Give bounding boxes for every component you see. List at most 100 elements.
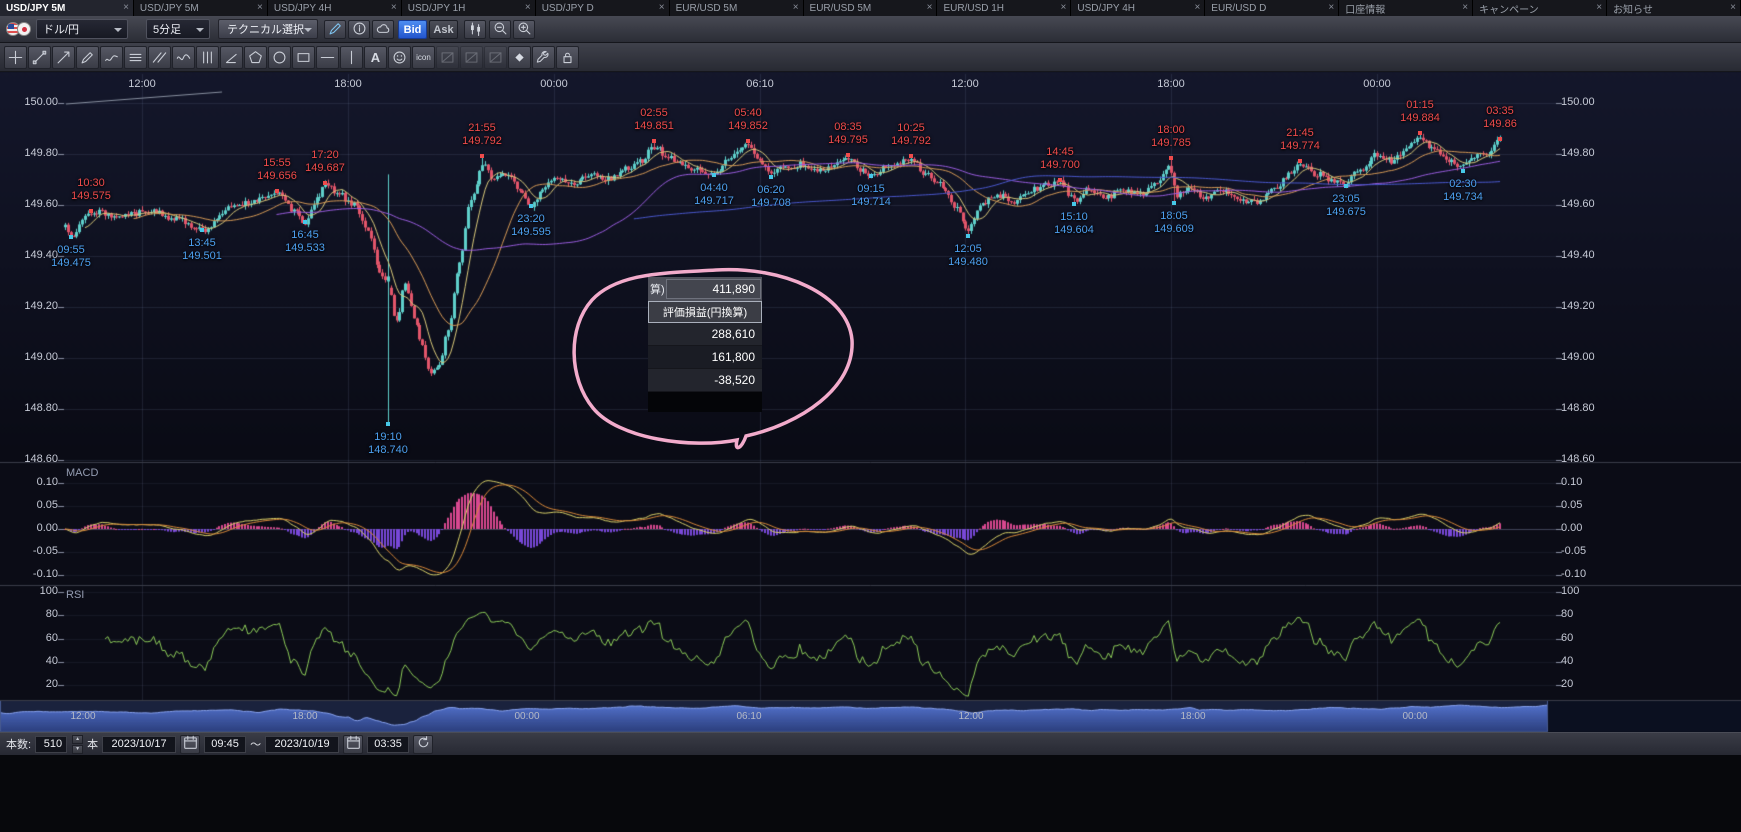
tab-usd-jpy-5m[interactable]: USD/JPY 5M × — [0, 0, 134, 16]
rectangle-tool[interactable] — [292, 46, 315, 69]
horizontal-lines-tool[interactable] — [124, 46, 147, 69]
parallel-lines-tool[interactable] — [148, 46, 171, 69]
main-chart-canvas[interactable] — [0, 0, 1741, 832]
tab-close-icon[interactable]: × — [1462, 0, 1468, 15]
tab-close-icon[interactable]: × — [1730, 0, 1736, 15]
info-icon — [351, 20, 368, 40]
timeframe-select[interactable]: 5分足 — [146, 19, 210, 39]
tab-close-icon[interactable]: × — [1596, 0, 1602, 15]
info-button[interactable] — [348, 20, 370, 39]
emoticon-tool[interactable] — [388, 46, 411, 69]
unlock-tool[interactable] — [556, 46, 579, 69]
cloud-icon — [375, 20, 392, 40]
tab-jp-11[interactable]: キャンペーン× — [1473, 0, 1607, 16]
ellipse-tool[interactable] — [268, 46, 291, 69]
time-lines-tool[interactable] — [196, 46, 219, 69]
tab-label: USD/JPY 5M — [140, 3, 199, 14]
pentagon-tool[interactable] — [244, 46, 267, 69]
text-tool[interactable]: A — [364, 46, 387, 69]
bars-unit-label: 本 — [87, 736, 98, 752]
time-from-input[interactable] — [204, 736, 246, 753]
fibonacci-tool[interactable] — [172, 46, 195, 69]
crosshair-tool[interactable] — [4, 46, 27, 69]
pair-select[interactable]: ドル/円 — [36, 19, 128, 39]
ask-button[interactable]: Ask — [429, 20, 458, 39]
tab-label: USD/JPY 1H — [408, 3, 466, 14]
timeframe-select-value: 5分足 — [153, 21, 181, 37]
technical-select-button[interactable]: テクニカル選択 — [218, 19, 318, 39]
horizontal-line-tool[interactable] — [316, 46, 339, 69]
tab-close-icon[interactable]: × — [525, 0, 531, 15]
bid-button[interactable]: Bid — [398, 20, 427, 39]
drawing-toolbar: Aicon — [0, 43, 1741, 72]
jp-flag-icon — [17, 22, 31, 36]
tab-close-icon[interactable]: × — [1328, 0, 1334, 15]
pencil-tool[interactable] — [76, 46, 99, 69]
time-to-input[interactable] — [367, 736, 409, 753]
bars-count-input[interactable] — [35, 736, 67, 753]
calendar-icon — [182, 734, 199, 754]
freehand-tool[interactable] — [100, 46, 123, 69]
tab-close-icon[interactable]: × — [659, 0, 665, 15]
tab-close-icon[interactable]: × — [793, 0, 799, 15]
stamp-tool-2 — [460, 46, 483, 69]
chevron-down-icon — [196, 28, 204, 32]
tab-label: USD/JPY 5M — [6, 3, 65, 14]
tab-eur-usd-5m[interactable]: EUR/USD 5M× — [670, 0, 804, 16]
date-to-calendar-button[interactable] — [343, 735, 363, 754]
tab-eur-usd-d[interactable]: EUR/USD D× — [1205, 0, 1339, 16]
reset-icon — [415, 734, 432, 754]
bars-count-stepper[interactable]: ▲▼ — [72, 735, 83, 754]
candlestick-icon — [467, 20, 484, 40]
tab-eur-usd-1h[interactable]: EUR/USD 1H× — [937, 0, 1071, 16]
zoom-out-button[interactable] — [489, 20, 511, 39]
tab-label: USD/JPY 4H — [1077, 3, 1135, 14]
zoom-in-button[interactable] — [513, 20, 535, 39]
tab-label: USD/JPY D — [542, 3, 594, 14]
currency-pair-flags-icon — [6, 22, 34, 37]
chevron-down-icon — [114, 28, 122, 32]
tab-usd-jpy-4h[interactable]: USD/JPY 4H × — [1071, 0, 1205, 16]
reset-range-button[interactable] — [413, 735, 433, 754]
date-from-calendar-button[interactable] — [180, 735, 200, 754]
tab-label: 口座情報 — [1345, 1, 1385, 16]
tab-close-icon[interactable]: × — [927, 0, 933, 15]
ray-line-tool[interactable] — [52, 46, 75, 69]
tab-jp-10[interactable]: 口座情報 × — [1339, 0, 1473, 16]
stepper-down-icon[interactable]: ▼ — [72, 745, 83, 754]
tab-jp-12[interactable]: お知らせ× — [1607, 0, 1741, 16]
angle-line-tool[interactable] — [220, 46, 243, 69]
trendline-tool[interactable] — [28, 46, 51, 69]
zoom-in-icon — [516, 20, 533, 40]
tab-close-icon[interactable]: × — [391, 0, 397, 15]
chevron-down-icon — [304, 28, 312, 32]
tab-usd-jpy-4h[interactable]: USD/JPY 4H × — [268, 0, 402, 16]
tab-close-icon[interactable]: × — [257, 0, 263, 15]
settings-wrench-tool[interactable] — [532, 46, 555, 69]
tab-eur-usd-5m[interactable]: EUR/USD 5M × — [804, 0, 938, 16]
tab-usd-jpy-5m[interactable]: USD/JPY 5M × — [134, 0, 268, 16]
icon-stamp-tool[interactable]: icon — [412, 46, 435, 69]
tab-close-icon[interactable]: × — [1194, 0, 1200, 15]
chart-tab-bar: USD/JPY 5M×USD/JPY 5M×USD/JPY 4H×USD/JPY… — [0, 0, 1741, 16]
tab-close-icon[interactable]: × — [1061, 0, 1067, 15]
calendar-icon — [345, 734, 362, 754]
vertical-line-tool[interactable] — [340, 46, 363, 69]
date-to-input[interactable] — [265, 736, 339, 753]
tab-label: EUR/USD 5M — [810, 3, 872, 14]
tab-label: USD/JPY 4H — [274, 3, 332, 14]
technical-select-label: テクニカル選択 — [227, 21, 304, 37]
chart-style-button[interactable] — [464, 20, 486, 39]
eraser-tool[interactable] — [508, 46, 531, 69]
zoom-out-icon — [492, 20, 509, 40]
draw-pencil-button[interactable] — [324, 20, 346, 39]
tab-usd-jpy-1h[interactable]: USD/JPY 1H × — [402, 0, 536, 16]
tab-usd-jpy-d[interactable]: USD/JPY D × — [536, 0, 670, 16]
stepper-up-icon[interactable]: ▲ — [72, 735, 83, 744]
trading-app-window: 150.00150.00149.80149.80149.60149.60149.… — [0, 0, 1741, 832]
pair-select-value: ドル/円 — [43, 21, 79, 37]
range-tilde: ～ — [250, 736, 261, 752]
tab-close-icon[interactable]: × — [123, 0, 129, 15]
date-from-input[interactable] — [102, 736, 176, 753]
cloud-save-button[interactable] — [372, 20, 394, 39]
